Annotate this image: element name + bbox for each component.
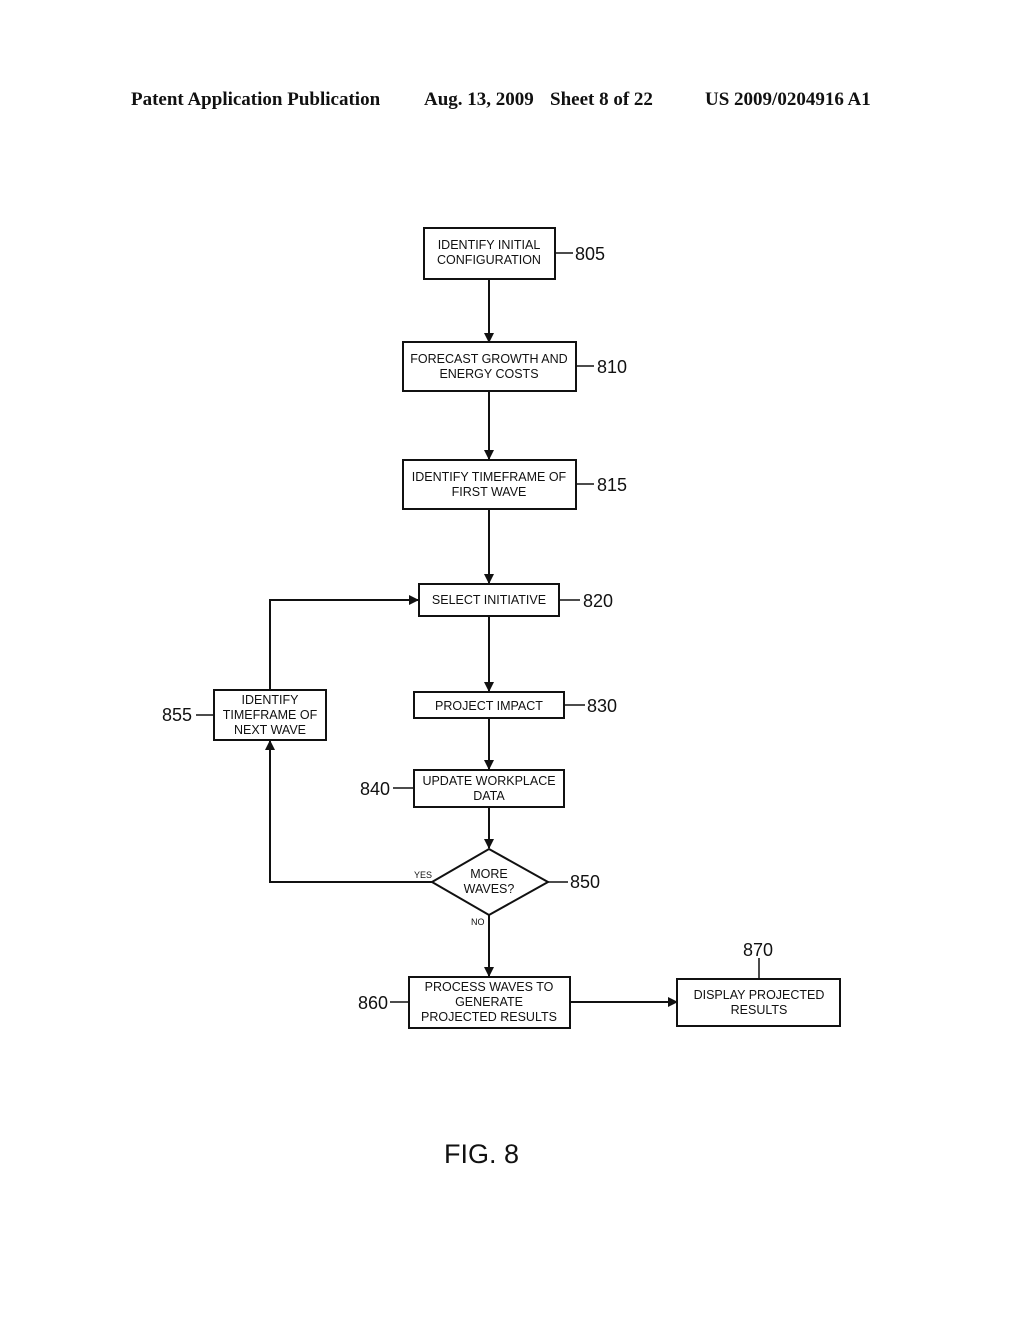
figure-label: FIG. 8 (444, 1139, 519, 1169)
ref-870: 870 (743, 940, 773, 960)
node-805-line-2: CONFIGURATION (437, 253, 541, 267)
edge-850-855-yes (265, 740, 432, 883)
ref-850: 850 (570, 872, 600, 892)
edge-label-no: NO (471, 917, 485, 927)
node-860-line-2: GENERATE (455, 995, 523, 1009)
node-855-line-3: NEXT WAVE (234, 723, 306, 737)
ref-830: 830 (587, 696, 617, 716)
node-850-line-1: MORE (470, 867, 508, 881)
node-850-line-2: WAVES? (464, 882, 515, 896)
node-820-line-1: SELECT INITIATIVE (432, 593, 546, 607)
node-805-line-1: IDENTIFY INITIAL (438, 238, 541, 252)
ref-805: 805 (575, 244, 605, 264)
ref-810: 810 (597, 357, 627, 377)
node-860-line-1: PROCESS WAVES TO (425, 980, 554, 994)
node-815-line-2: FIRST WAVE (452, 485, 527, 499)
ref-820: 820 (583, 591, 613, 611)
node-870-line-1: DISPLAY PROJECTED (694, 988, 825, 1002)
ref-840: 840 (360, 779, 390, 799)
node-855-line-1: IDENTIFY (242, 693, 300, 707)
node-860-line-3: PROJECTED RESULTS (421, 1010, 557, 1024)
ref-860: 860 (358, 993, 388, 1013)
node-810-line-1: FORECAST GROWTH AND (410, 352, 567, 366)
edge-855-820 (269, 595, 419, 690)
node-840-line-1: UPDATE WORKPLACE (422, 774, 555, 788)
node-840-line-2: DATA (473, 789, 505, 803)
node-830-line-1: PROJECT IMPACT (435, 699, 543, 713)
edge-label-yes: YES (414, 870, 432, 880)
node-870-line-2: RESULTS (731, 1003, 788, 1017)
flowchart: IDENTIFY INITIAL CONFIGURATION FORECAST … (162, 227, 841, 1169)
node-815-line-1: IDENTIFY TIMEFRAME OF (412, 470, 567, 484)
node-855-line-2: TIMEFRAME OF (223, 708, 318, 722)
ref-855: 855 (162, 705, 192, 725)
ref-815: 815 (597, 475, 627, 495)
node-810-line-2: ENERGY COSTS (439, 367, 538, 381)
